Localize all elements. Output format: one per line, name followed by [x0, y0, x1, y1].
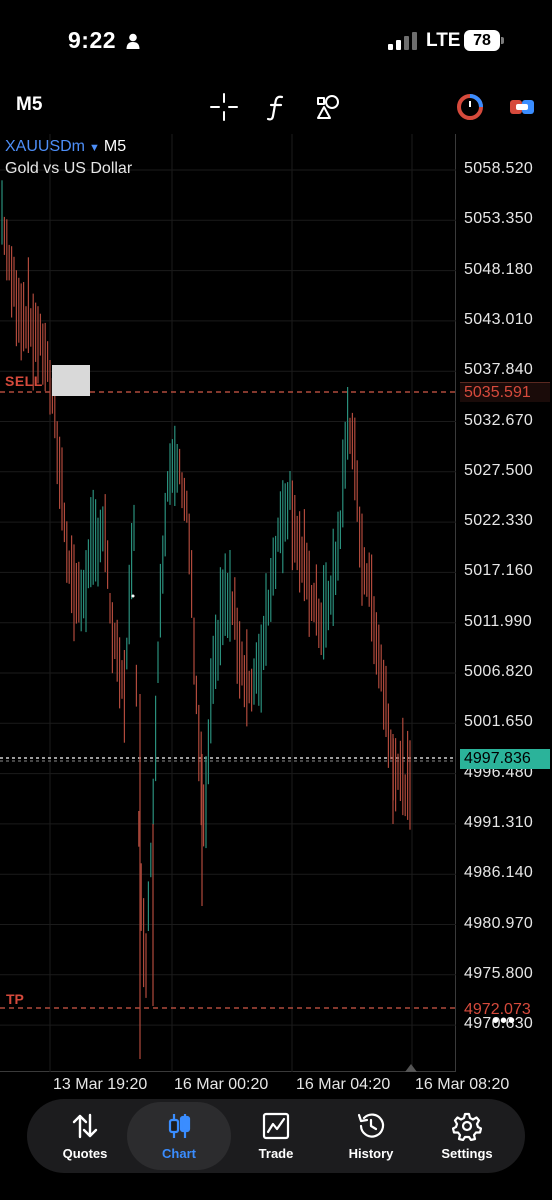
nav-trade[interactable]: Trade	[228, 1099, 324, 1173]
battery-icon: 78	[464, 30, 500, 51]
objects-icon[interactable]	[314, 92, 344, 122]
chart-toolbar: M5	[0, 84, 552, 134]
trade-chart-icon	[262, 1112, 290, 1140]
price-axis-label: 4991.310	[464, 813, 534, 831]
chart-marker	[131, 594, 135, 598]
price-chart[interactable]: XAUUSDm ▼ M5 Gold vs US Dollar 5058.520 505…	[0, 134, 552, 1093]
price-axis-label: 5037.840	[464, 361, 534, 379]
candles-chart-icon	[168, 1114, 191, 1138]
order-toggle-icon[interactable]	[507, 92, 537, 122]
price-axis-label: 5011.990	[464, 612, 532, 630]
one-click-trading-icon[interactable]	[455, 92, 485, 122]
symbol-header[interactable]: XAUUSDm ▼ M5	[5, 138, 126, 156]
nav-chart[interactable]: Chart	[127, 1102, 231, 1170]
price-axis-label: 5058.520	[464, 160, 534, 177]
price-axis-label: 5006.820	[464, 663, 534, 680]
status-bar: 9:22 LTE 78	[0, 0, 552, 84]
history-clock-icon	[357, 1113, 385, 1138]
price-axis-label: 5032.670	[464, 411, 534, 429]
symbol-dropdown-icon[interactable]: ▼	[89, 142, 100, 154]
price-axis-label: 4986.140	[464, 864, 534, 882]
nav-settings[interactable]: Settings	[419, 1099, 515, 1173]
nav-label: Settings	[441, 1146, 493, 1161]
price-axis-label: 5022.330	[464, 512, 534, 530]
battery-cap	[501, 37, 504, 44]
price-axis-label: 5043.010	[464, 310, 534, 328]
nav-label: Chart	[162, 1146, 196, 1161]
timeframe-selector[interactable]: M5	[16, 94, 42, 116]
nav-quotes[interactable]: Quotes	[37, 1099, 133, 1173]
settings-gear-icon	[452, 1112, 482, 1141]
function-icon[interactable]	[262, 92, 292, 122]
take-profit-label[interactable]: TP	[6, 991, 24, 1007]
crosshair-icon[interactable]	[209, 92, 239, 122]
signal-icon	[388, 32, 418, 50]
price-axis-label: 4975.800	[464, 964, 534, 982]
nav-label: History	[348, 1146, 394, 1161]
quotes-arrows-icon	[72, 1113, 98, 1139]
time-axis-label: 13 Mar 19:20	[53, 1076, 148, 1093]
price-axis-label: 4980.970	[464, 914, 534, 932]
sell-price-tag: 5035.591	[460, 382, 550, 402]
nav-history[interactable]: History	[323, 1099, 419, 1173]
chart-shift-marker[interactable]	[405, 1064, 417, 1072]
time-axis-label: 16 Mar 00:20	[174, 1076, 269, 1093]
sell-order-handle[interactable]	[52, 365, 90, 396]
price-axis-label: 5053.350	[464, 210, 534, 228]
time-axis-label: 16 Mar 04:20	[296, 1076, 391, 1093]
person-icon	[126, 33, 140, 49]
price-axis-label: 5048.180	[464, 260, 534, 278]
candles-plot[interactable]	[0, 134, 456, 1072]
more-options-icon[interactable]: •••	[492, 1010, 516, 1033]
network-type: LTE	[426, 30, 461, 51]
bid-price-tag: 4997.836	[460, 749, 550, 769]
price-axis-label: 5017.160	[464, 562, 534, 580]
status-time: 9:22	[68, 27, 117, 53]
symbol-description: Gold vs US Dollar	[5, 160, 133, 177]
symbol-name[interactable]: XAUUSDm	[5, 138, 85, 155]
nav-label: Quotes	[62, 1146, 108, 1161]
nav-label: Trade	[258, 1146, 294, 1161]
bottom-navigation: Quotes Chart Trade History Settings	[27, 1099, 525, 1173]
time-axis-label: 16 Mar 08:20	[415, 1076, 510, 1093]
price-axis-label: 5027.500	[464, 461, 534, 479]
price-axis-label: 5001.650	[464, 713, 534, 731]
sell-order-label[interactable]: SELL	[5, 373, 43, 389]
symbol-timeframe: M5	[103, 138, 127, 155]
